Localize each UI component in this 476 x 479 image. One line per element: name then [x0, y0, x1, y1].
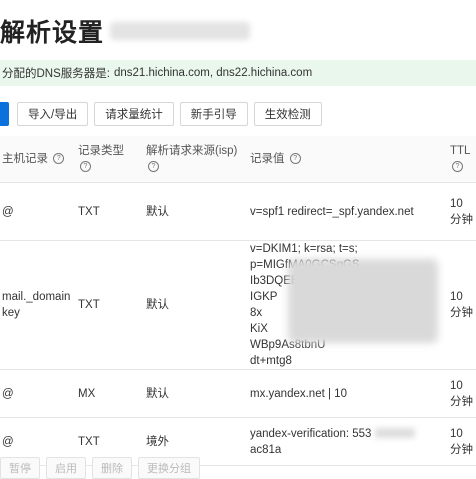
cell-line: 默认: [144, 240, 248, 370]
cell-line: 默认: [144, 182, 248, 241]
delete-button[interactable]: 删除: [92, 457, 132, 479]
cell-line: 默认: [144, 369, 248, 418]
cell-host: @: [0, 182, 76, 241]
value-line: dt+mtg8: [250, 355, 292, 367]
help-icon[interactable]: ?: [289, 153, 301, 165]
dns-records-table: 主机记录 ? 记录类型 ? 解析请求来源(isp) ? 记录值 ? TTL ? …: [0, 136, 476, 466]
cell-value: mx.yandex.net | 10: [248, 369, 448, 418]
add-record-button[interactable]: [0, 102, 9, 126]
header-host: 主机记录 ?: [0, 136, 76, 183]
redacted-value: [374, 428, 415, 439]
help-icon[interactable]: ?: [452, 161, 463, 173]
toolbar: 导入/导出 请求量统计 新手引导 生效检测: [0, 102, 328, 126]
cell-ttl: 10 分钟: [448, 369, 476, 418]
value-suffix: ac81a: [250, 443, 282, 456]
table-row[interactable]: @ TXT 默认 v=spf1 redirect=_spf.yandex.net…: [0, 182, 476, 241]
import-export-button[interactable]: 导入/导出: [17, 102, 89, 126]
table-header-row: 主机记录 ? 记录类型 ? 解析请求来源(isp) ? 记录值 ? TTL ?: [0, 136, 476, 183]
cell-ttl: 10 分钟: [448, 240, 476, 370]
cell-type: MX: [76, 369, 144, 418]
cell-type: TXT: [76, 240, 144, 370]
cell-value: v=spf1 redirect=_spf.yandex.net: [248, 182, 448, 241]
help-icon[interactable]: ?: [53, 153, 65, 165]
dns-servers: dns21.hichina.com, dns22.hichina.com: [113, 67, 313, 79]
header-line: 解析请求来源(isp) ?: [144, 136, 248, 183]
redacted-value: [288, 259, 438, 343]
cell-host: @: [0, 369, 76, 418]
cell-ttl: 10 分钟: [448, 182, 476, 241]
header-type: 记录类型 ?: [76, 136, 144, 183]
help-icon[interactable]: ?: [148, 161, 159, 173]
redacted-domain: [110, 22, 251, 40]
cell-value: v=DKIM1; k=rsa; t=s; p=MIGfMA0GCSqGS Ib3…: [248, 240, 448, 370]
table-row[interactable]: mail._domainkey TXT 默认 v=DKIM1; k=rsa; t…: [0, 240, 476, 370]
value-prefix: yandex-verification: 553: [250, 427, 372, 440]
page-title-text: 解析设置: [0, 19, 105, 47]
check-button[interactable]: 生效检测: [253, 102, 322, 126]
cell-ttl: 10 分钟: [448, 417, 476, 466]
cell-host: mail._domainkey: [0, 240, 76, 370]
enable-button[interactable]: 启用: [46, 457, 86, 479]
batch-actions: 暂停 启用 删除 更换分组: [0, 457, 206, 479]
table-row[interactable]: @ MX 默认 mx.yandex.net | 10 10 分钟: [0, 369, 476, 418]
dns-notice: 分配的DNS服务器是: dns21.hichina.com, dns22.hic…: [0, 60, 476, 86]
change-group-button[interactable]: 更换分组: [138, 457, 200, 479]
help-icon[interactable]: ?: [80, 161, 91, 173]
header-value: 记录值 ?: [248, 136, 448, 183]
pause-button[interactable]: 暂停: [0, 457, 40, 479]
page-title: 解析设置: [0, 14, 251, 48]
cell-value: yandex-verification: 553 ac81a: [248, 417, 448, 466]
dns-notice-label: 分配的DNS服务器是:: [2, 68, 110, 80]
cell-type: TXT: [76, 182, 144, 241]
header-ttl: TTL ?: [448, 136, 476, 183]
request-stats-button[interactable]: 请求量统计: [94, 102, 174, 126]
dkim-value: v=DKIM1; k=rsa; t=s; p=MIGfMA0GCSqGS Ib3…: [250, 241, 448, 369]
guide-button[interactable]: 新手引导: [179, 102, 248, 126]
